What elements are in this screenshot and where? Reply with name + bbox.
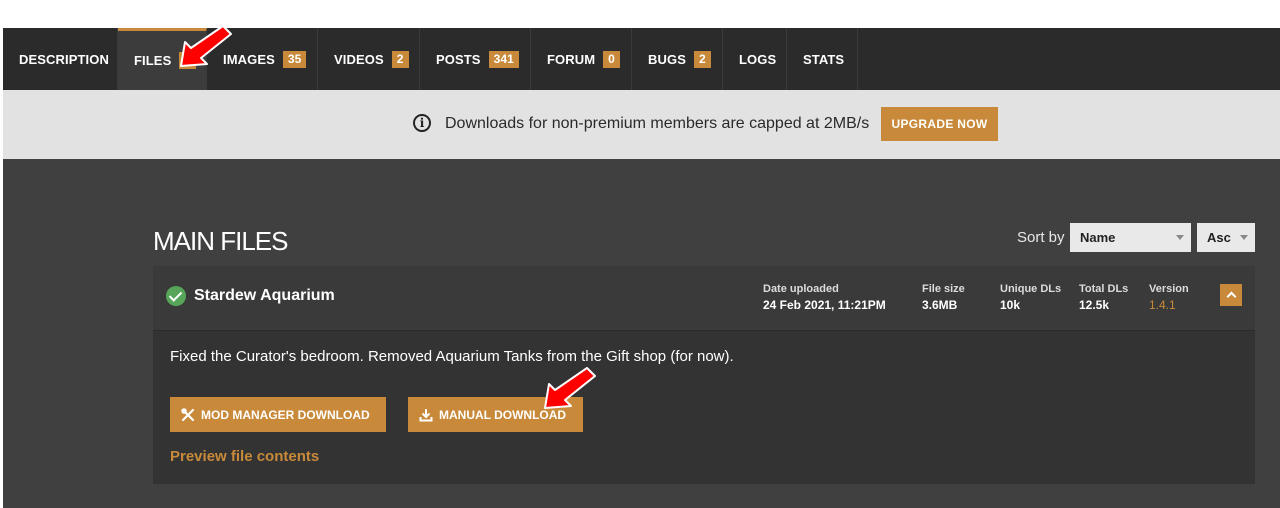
tab-images-count: 35 (282, 50, 307, 68)
mod-manager-download-label: MOD MANAGER DOWNLOAD (201, 407, 370, 422)
file-header[interactable]: Stardew Aquarium Date uploaded 24 Feb 20… (153, 266, 1255, 331)
tab-logs[interactable]: LOGS (723, 28, 787, 90)
mod-manager-download-button[interactable]: MOD MANAGER DOWNLOAD (170, 397, 386, 432)
version: Version 1.4.1 (1149, 283, 1189, 312)
file-name: Stardew Aquarium (194, 287, 335, 304)
tab-posts[interactable]: POSTS 341 (420, 28, 531, 90)
total-dls: Total DLs 12.5k (1079, 283, 1128, 312)
upgrade-now-button[interactable]: UPGRADE NOW (881, 107, 998, 141)
tab-logs-label: LOGS (739, 51, 777, 67)
tab-description[interactable]: DESCRIPTION (3, 28, 118, 90)
unique-dls: Unique DLs 10k (1000, 283, 1061, 312)
tab-bugs[interactable]: BUGS 2 (632, 28, 723, 90)
tools-icon (181, 407, 195, 421)
tab-videos-count: 2 (391, 50, 409, 68)
sort-label: Sort by (1017, 229, 1065, 246)
file-card: Stardew Aquarium Date uploaded 24 Feb 20… (153, 266, 1255, 484)
collapse-chevron-up-icon[interactable] (1220, 284, 1242, 306)
preview-file-contents-link[interactable]: Preview file contents (170, 448, 319, 465)
file-description: Fixed the Curator's bedroom. Removed Aqu… (170, 348, 734, 365)
download-notice: i Downloads for non-premium members are … (3, 90, 1280, 159)
file-size-value: 3.6MB (922, 298, 958, 312)
total-dls-label: Total DLs (1079, 283, 1129, 295)
sort-field-select[interactable]: Name (1070, 223, 1191, 252)
annotation-arrow-icon (544, 367, 596, 409)
total-dls-value: 12.5k (1079, 298, 1110, 312)
tab-posts-label: POSTS (436, 51, 481, 67)
file-size: File size 3.6MB (922, 283, 965, 312)
file-size-label: File size (922, 283, 965, 295)
tab-videos-label: VIDEOS (334, 51, 384, 67)
sort-order-value: Asc (1207, 230, 1231, 245)
tab-forum-count: 0 (603, 50, 620, 68)
date-uploaded-value: 24 Feb 2021, 11:21PM (763, 298, 886, 312)
chevron-down-icon (1240, 235, 1248, 240)
tab-files-label: FILES (134, 53, 172, 68)
version-label: Version (1149, 283, 1189, 295)
tab-description-label: DESCRIPTION (19, 51, 109, 67)
tab-posts-count: 341 (488, 50, 519, 68)
notice-text: Downloads for non-premium members are ca… (445, 115, 870, 132)
tab-stats[interactable]: STATS (787, 28, 858, 90)
annotation-arrow-icon (180, 25, 232, 67)
main-files-title: MAIN FILES (153, 226, 288, 256)
date-uploaded-label: Date uploaded (763, 283, 839, 295)
tab-bugs-label: BUGS (648, 51, 686, 67)
unique-dls-value: 10k (1000, 298, 1021, 312)
tab-bugs-count: 2 (693, 50, 711, 68)
sort-order-select[interactable]: Asc (1197, 223, 1255, 252)
sort-field-value: Name (1080, 230, 1116, 245)
version-value: 1.4.1 (1149, 298, 1176, 312)
chevron-down-icon (1176, 235, 1184, 240)
check-circle-icon (166, 286, 186, 306)
tab-forum[interactable]: FORUM 0 (531, 28, 632, 90)
download-icon (419, 408, 433, 421)
info-icon: i (413, 114, 431, 132)
mod-page: DESCRIPTION FILES 1 IMAGES 35 VIDEOS 2 P… (3, 28, 1280, 508)
unique-dls-label: Unique DLs (1000, 283, 1062, 295)
tab-videos[interactable]: VIDEOS 2 (318, 28, 420, 90)
tab-stats-label: STATS (803, 51, 845, 67)
date-uploaded: Date uploaded 24 Feb 2021, 11:21PM (763, 283, 886, 312)
tab-forum-label: FORUM (547, 51, 596, 67)
